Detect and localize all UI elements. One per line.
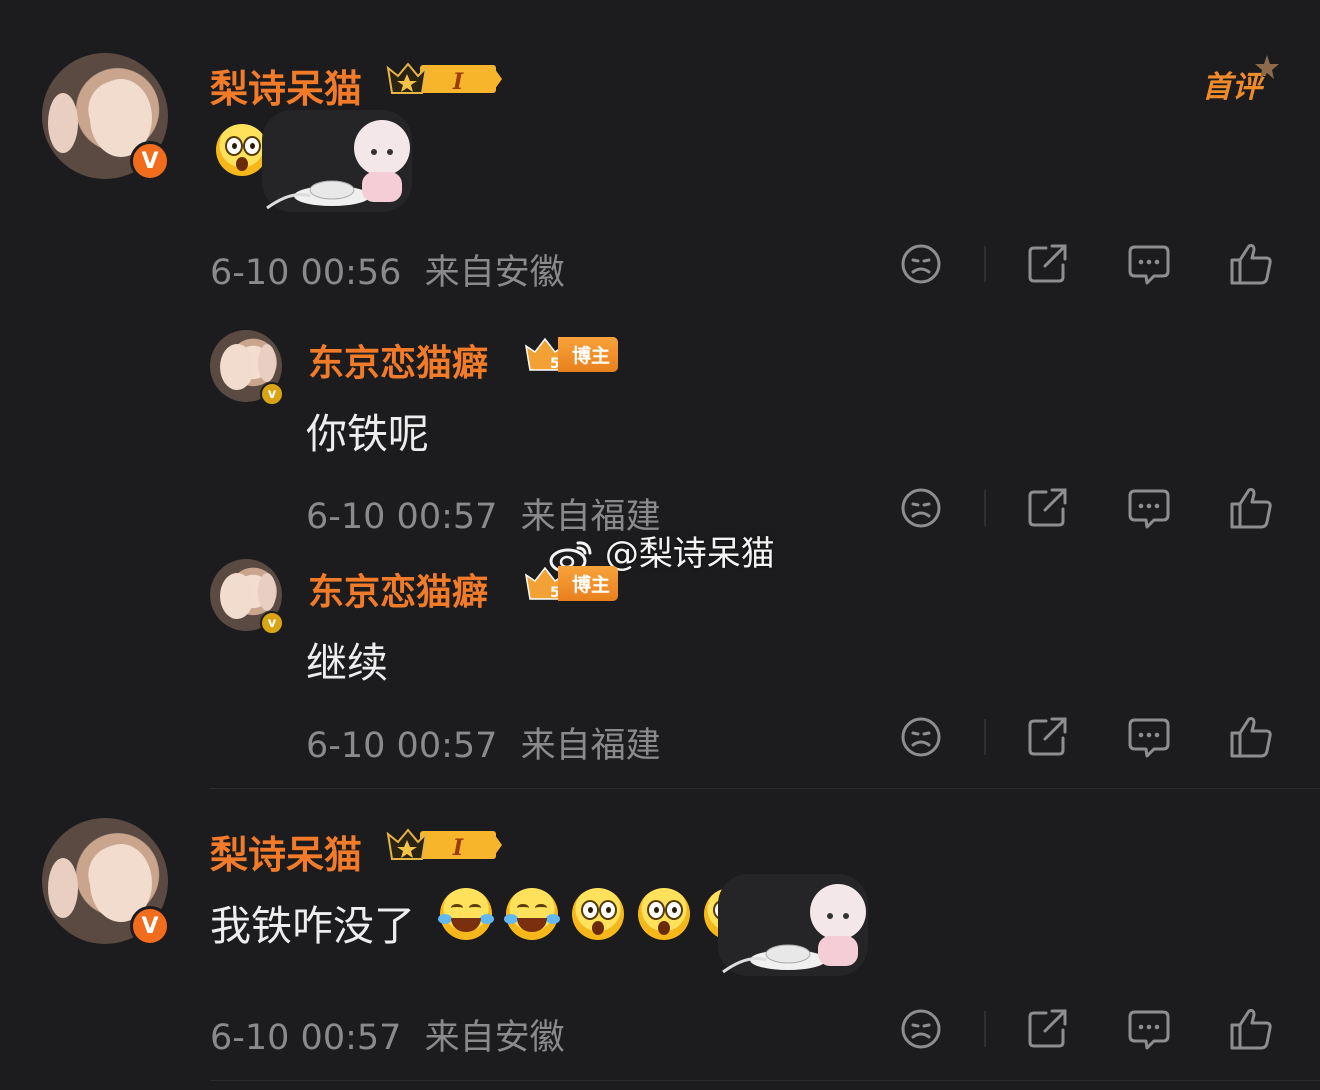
comment-time: 6-10 00:56	[210, 253, 402, 293]
divider	[984, 490, 986, 526]
blogger-badge-label: 博主	[558, 565, 619, 601]
avatar[interactable]: V	[42, 53, 170, 181]
star-icon	[1255, 55, 1279, 79]
watermark-text: @梨诗呆猫	[604, 534, 775, 574]
share-icon[interactable]	[1024, 241, 1070, 287]
comment-text: 你铁呢	[306, 410, 429, 458]
comment-location: 来自福建	[520, 726, 661, 766]
divider	[984, 1011, 986, 1047]
level-text: I	[452, 69, 464, 95]
level-text: I	[452, 835, 464, 861]
laughing-crying-emoji-icon	[438, 888, 494, 940]
author-name[interactable]: 东京恋猫癖	[308, 563, 488, 615]
surprised-emoji-icon	[638, 888, 690, 940]
laughing-crying-emoji-icon	[504, 888, 560, 940]
comment-location: 来自安徽	[424, 253, 565, 293]
like-icon[interactable]	[1228, 714, 1274, 760]
share-icon[interactable]	[1024, 485, 1070, 531]
avatar[interactable]: v	[210, 330, 284, 406]
comment-location: 来自安徽	[424, 1018, 565, 1058]
dislike-icon[interactable]	[898, 485, 944, 531]
comment-time: 6-10 00:57	[306, 726, 498, 766]
first-comment-badge: 首评	[1202, 70, 1262, 105]
verified-icon: V	[130, 141, 170, 181]
avatar[interactable]: V	[42, 818, 170, 946]
reply-icon[interactable]	[1126, 714, 1172, 760]
divider	[984, 246, 986, 282]
like-icon[interactable]	[1228, 241, 1274, 287]
author-name[interactable]: 梨诗呆猫	[210, 824, 362, 879]
author-name[interactable]: 东京恋猫癖	[308, 334, 488, 386]
blogger-badge: 5 博主	[524, 565, 619, 601]
level-badge: I	[386, 62, 502, 95]
surprised-emoji-icon	[572, 888, 624, 940]
level-badge: I	[386, 828, 502, 861]
comment-time: 6-10 00:57	[306, 497, 498, 537]
melody-sticker-icon	[718, 874, 868, 976]
divider	[984, 719, 986, 755]
share-icon[interactable]	[1024, 1006, 1070, 1052]
blogger-badge: 5 博主	[524, 336, 619, 372]
comment-text: 我铁咋没了	[210, 902, 415, 950]
dislike-icon[interactable]	[898, 241, 944, 287]
reply-icon[interactable]	[1126, 1006, 1172, 1052]
reply-icon[interactable]	[1126, 485, 1172, 531]
like-icon[interactable]	[1228, 1006, 1274, 1052]
comment-time: 6-10 00:57	[210, 1018, 402, 1058]
verified-icon: v	[260, 382, 284, 406]
dislike-icon[interactable]	[898, 714, 944, 760]
comment-text: 继续	[306, 639, 388, 687]
divider	[210, 788, 1320, 789]
avatar[interactable]: v	[210, 559, 284, 635]
divider	[210, 1080, 1320, 1081]
share-icon[interactable]	[1024, 714, 1070, 760]
reply-icon[interactable]	[1126, 241, 1172, 287]
dislike-icon[interactable]	[898, 1006, 944, 1052]
melody-sticker-icon	[262, 110, 412, 212]
blogger-badge-label: 博主	[558, 336, 619, 372]
like-icon[interactable]	[1228, 485, 1274, 531]
author-name[interactable]: 梨诗呆猫	[210, 58, 362, 113]
verified-icon: v	[260, 611, 284, 635]
surprised-emoji-icon	[216, 124, 268, 176]
verified-icon: V	[130, 906, 170, 946]
